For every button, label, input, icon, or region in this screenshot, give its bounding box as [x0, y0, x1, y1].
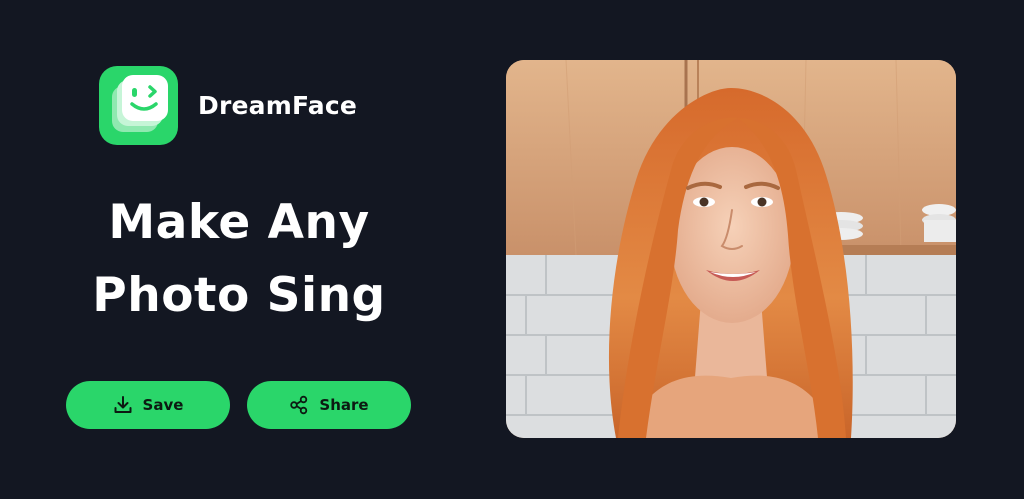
save-button[interactable]: Save — [66, 381, 230, 429]
download-icon — [113, 395, 133, 415]
brand-name: DreamFace — [198, 91, 358, 120]
save-label: Save — [142, 396, 184, 414]
share-icon — [289, 395, 309, 415]
brand: DreamFace — [99, 66, 357, 145]
portrait-photo — [506, 60, 956, 438]
share-button[interactable]: Share — [247, 381, 411, 429]
share-label: Share — [319, 396, 369, 414]
headline: Make Any Photo Sing — [40, 186, 438, 332]
smiling-face-wink-icon — [99, 66, 178, 145]
headline-line-1: Make Any — [108, 195, 370, 250]
headline-line-2: Photo Sing — [92, 268, 386, 323]
